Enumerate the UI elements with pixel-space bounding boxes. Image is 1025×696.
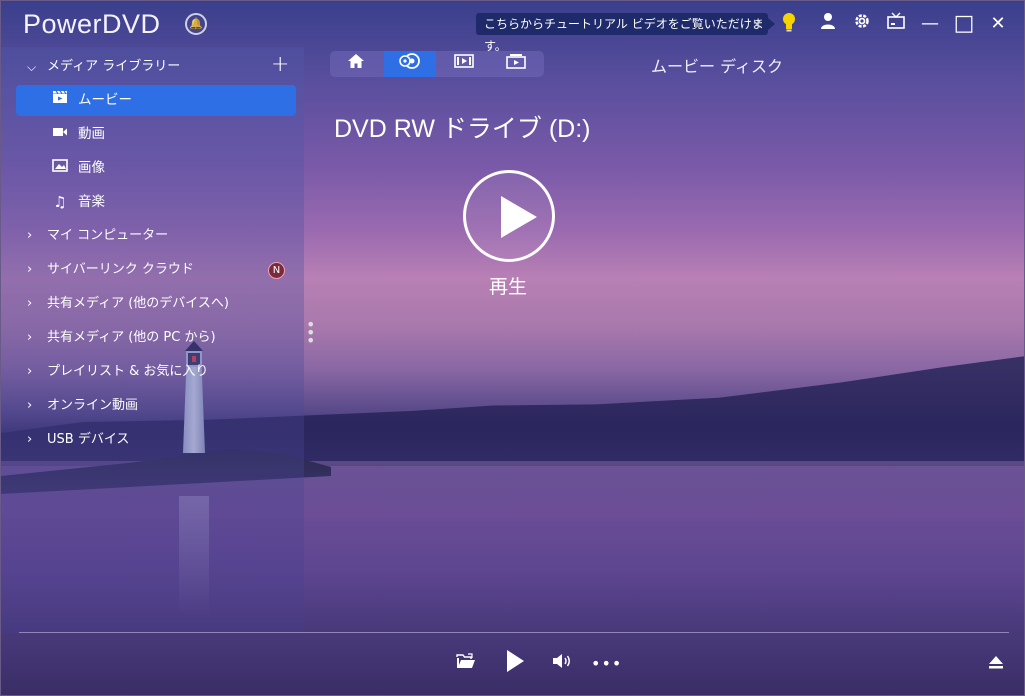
tutorial-tooltip[interactable]: こちらからチュートリアル ビデオをご覧いただけます。 × [476, 13, 775, 53]
add-icon[interactable]: + [271, 53, 289, 77]
sidebar-item-label: マイ コンピューター [47, 228, 169, 243]
chevron-right-icon: › [27, 330, 33, 345]
chevron-right-icon: › [27, 432, 33, 447]
tv-frame-icon[interactable] [490, 51, 542, 77]
user-icon[interactable] [816, 12, 840, 36]
home-icon[interactable] [330, 51, 382, 77]
chevron-down-icon: ⌵ [27, 60, 37, 74]
more-options-icon[interactable]: ••• [591, 649, 621, 679]
drive-title: DVD RW ドライブ (D:) [334, 115, 591, 143]
chevron-right-icon: › [27, 364, 33, 379]
powerdvd-window: PowerDVD 🔔 こちらからチュートリアル ビデオをご覧いただけます。 × … [0, 0, 1025, 696]
image-icon [51, 153, 69, 184]
minimize-icon[interactable]: — [918, 12, 942, 36]
sidebar-resize-handle[interactable]: • • • [306, 317, 316, 349]
app-title: PowerDVD [23, 9, 161, 39]
gear-icon[interactable] [850, 12, 874, 36]
sidebar-item-label: プレイリスト & お気に入り [47, 364, 209, 379]
play-icon [501, 196, 537, 238]
sidebar-item-online-video[interactable]: › オンライン動画 [1, 391, 304, 421]
chevron-right-icon: › [27, 398, 33, 413]
volume-icon[interactable] [549, 649, 575, 679]
sidebar-item-shared-media-from[interactable]: › 共有メディア (他の PC から) [1, 323, 304, 353]
sidebar-item-label: ムービー [78, 92, 132, 108]
section-title: ムービー ディスク [651, 57, 783, 76]
sidebar-item-cyberlink-cloud[interactable]: › サイバーリンク クラウド N [1, 255, 304, 285]
controls-divider [19, 632, 1009, 633]
sidebar-item-label: 動画 [78, 126, 105, 142]
sidebar-item-image[interactable]: 画像 [16, 153, 296, 184]
play-label: 再生 [489, 276, 528, 298]
play-disc-button[interactable] [463, 170, 555, 262]
media-library-header[interactable]: ⌵ メディア ライブラリー + [1, 53, 304, 79]
sidebar-item-music[interactable]: ♫ 音楽 [16, 187, 296, 218]
chevron-right-icon: › [27, 296, 33, 311]
video-icon [51, 119, 69, 150]
sidebar-item-playlist[interactable]: › プレイリスト & お気に入り [1, 357, 304, 387]
sidebar-item-label: 音楽 [78, 194, 105, 210]
new-badge: N [268, 262, 285, 279]
view-tabs [330, 51, 544, 77]
play-button[interactable] [501, 649, 529, 679]
lightbulb-icon[interactable] [777, 12, 801, 36]
title-bar: PowerDVD 🔔 こちらからチュートリアル ビデオをご覧いただけます。 × … [1, 1, 1024, 53]
disc-icon[interactable] [384, 51, 436, 77]
sidebar-item-video[interactable]: 動画 [16, 119, 296, 150]
sidebar-item-label: 共有メディア (他の PC から) [47, 330, 216, 345]
sidebar-item-movie[interactable]: ムービー [16, 85, 296, 116]
sidebar-item-label: 画像 [78, 160, 105, 176]
chevron-right-icon: › [27, 228, 33, 243]
sidebar-item-shared-media-to[interactable]: › 共有メディア (他のデバイスへ) [1, 289, 304, 319]
tutorial-tooltip-text: こちらからチュートリアル ビデオをご覧いただけます。 [484, 17, 764, 53]
sidebar-item-my-computer[interactable]: › マイ コンピューター [1, 221, 304, 251]
media-library-label: メディア ライブラリー [47, 59, 181, 74]
maximize-icon[interactable]: □ [952, 12, 976, 36]
movie-frame-icon[interactable] [438, 51, 490, 77]
eject-icon[interactable] [983, 649, 1009, 679]
sidebar: ⌵ メディア ライブラリー + ムービー 動画 画像 ♫ 音楽 › マイ コンピ… [1, 47, 304, 633]
close-icon[interactable]: ✕ [986, 12, 1010, 36]
music-icon: ♫ [53, 193, 67, 211]
sidebar-item-usb-device[interactable]: › USB デバイス [1, 425, 304, 455]
sidebar-item-label: オンライン動画 [47, 398, 139, 413]
tv-mode-icon[interactable] [884, 12, 908, 36]
open-folder-icon[interactable] [453, 649, 479, 679]
sidebar-item-label: サイバーリンク クラウド [47, 262, 194, 277]
sidebar-item-label: 共有メディア (他のデバイスへ) [47, 296, 229, 311]
chevron-right-icon: › [27, 262, 33, 277]
bell-icon[interactable]: 🔔 [185, 13, 207, 35]
movie-icon [51, 85, 69, 116]
sidebar-item-label: USB デバイス [47, 432, 130, 447]
tooltip-close-icon[interactable]: × [752, 13, 762, 35]
